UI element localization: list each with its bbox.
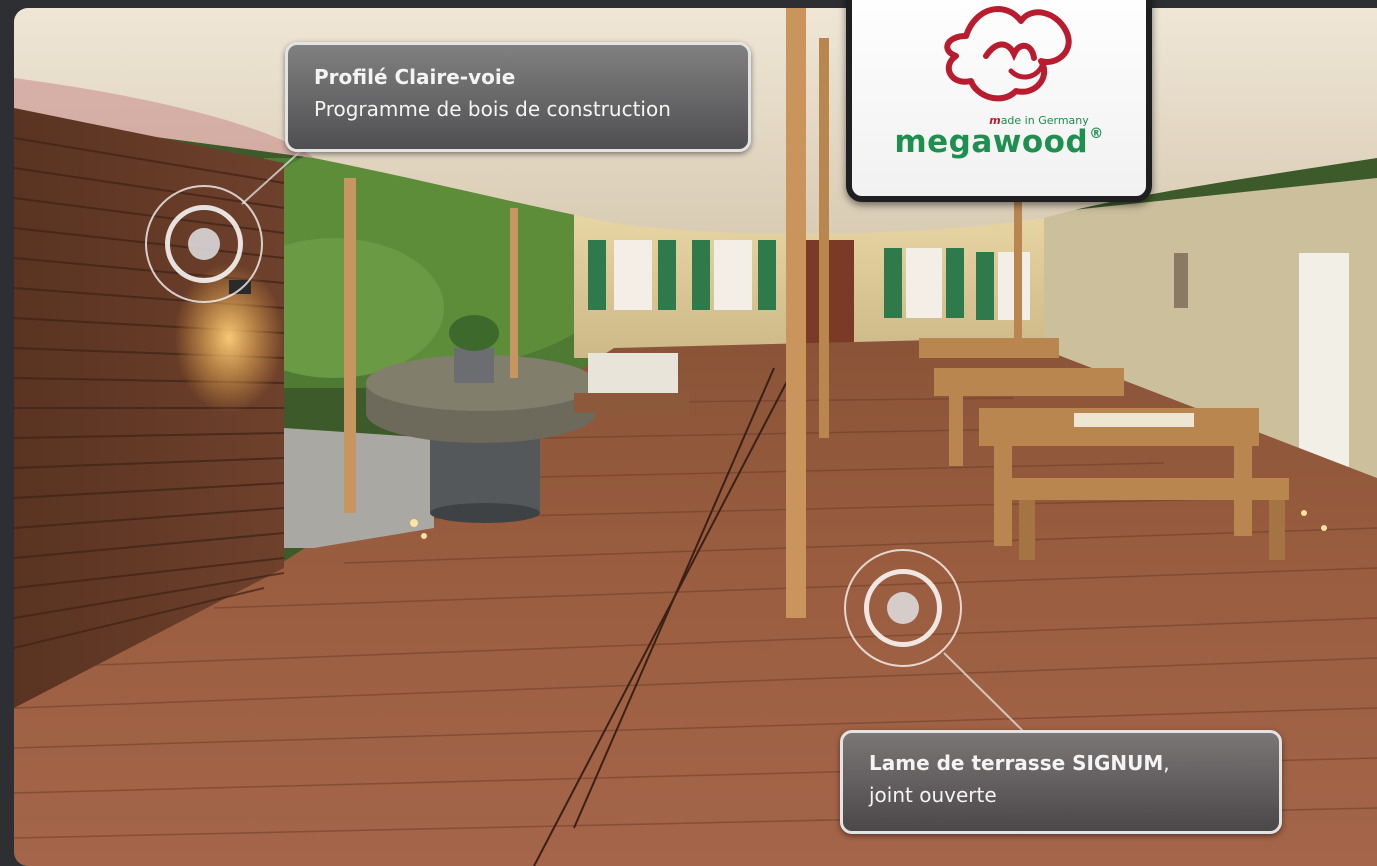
callout-title-suffix: , — [1163, 751, 1170, 775]
callout-signum[interactable]: Lame de terrasse SIGNUM, joint ouverte — [840, 730, 1282, 834]
logo-brand-name: megawood® — [852, 124, 1146, 160]
megawood-logo-mark-icon — [944, 6, 1072, 102]
brand-text: megawood — [894, 124, 1089, 160]
connector-line-2 — [943, 652, 1025, 733]
registered-mark: ® — [1089, 126, 1104, 142]
callout-subtitle: Programme de bois de construction — [314, 97, 671, 121]
callout-claire-voie[interactable]: Profilé Claire-voie Programme de bois de… — [285, 42, 751, 152]
callout-title-text: Lame de terrasse SIGNUM — [869, 751, 1164, 775]
callout-title: Lame de terrasse SIGNUM, — [869, 747, 1253, 779]
connector-line-1 — [241, 147, 305, 205]
callout-subtitle: joint ouverte — [869, 783, 997, 807]
callout-title: Profilé Claire-voie — [314, 65, 516, 89]
megawood-logo-card[interactable]: made in Germany megawood® — [846, 0, 1152, 202]
viewer: Profilé Claire-voie Programme de bois de… — [0, 0, 1377, 866]
